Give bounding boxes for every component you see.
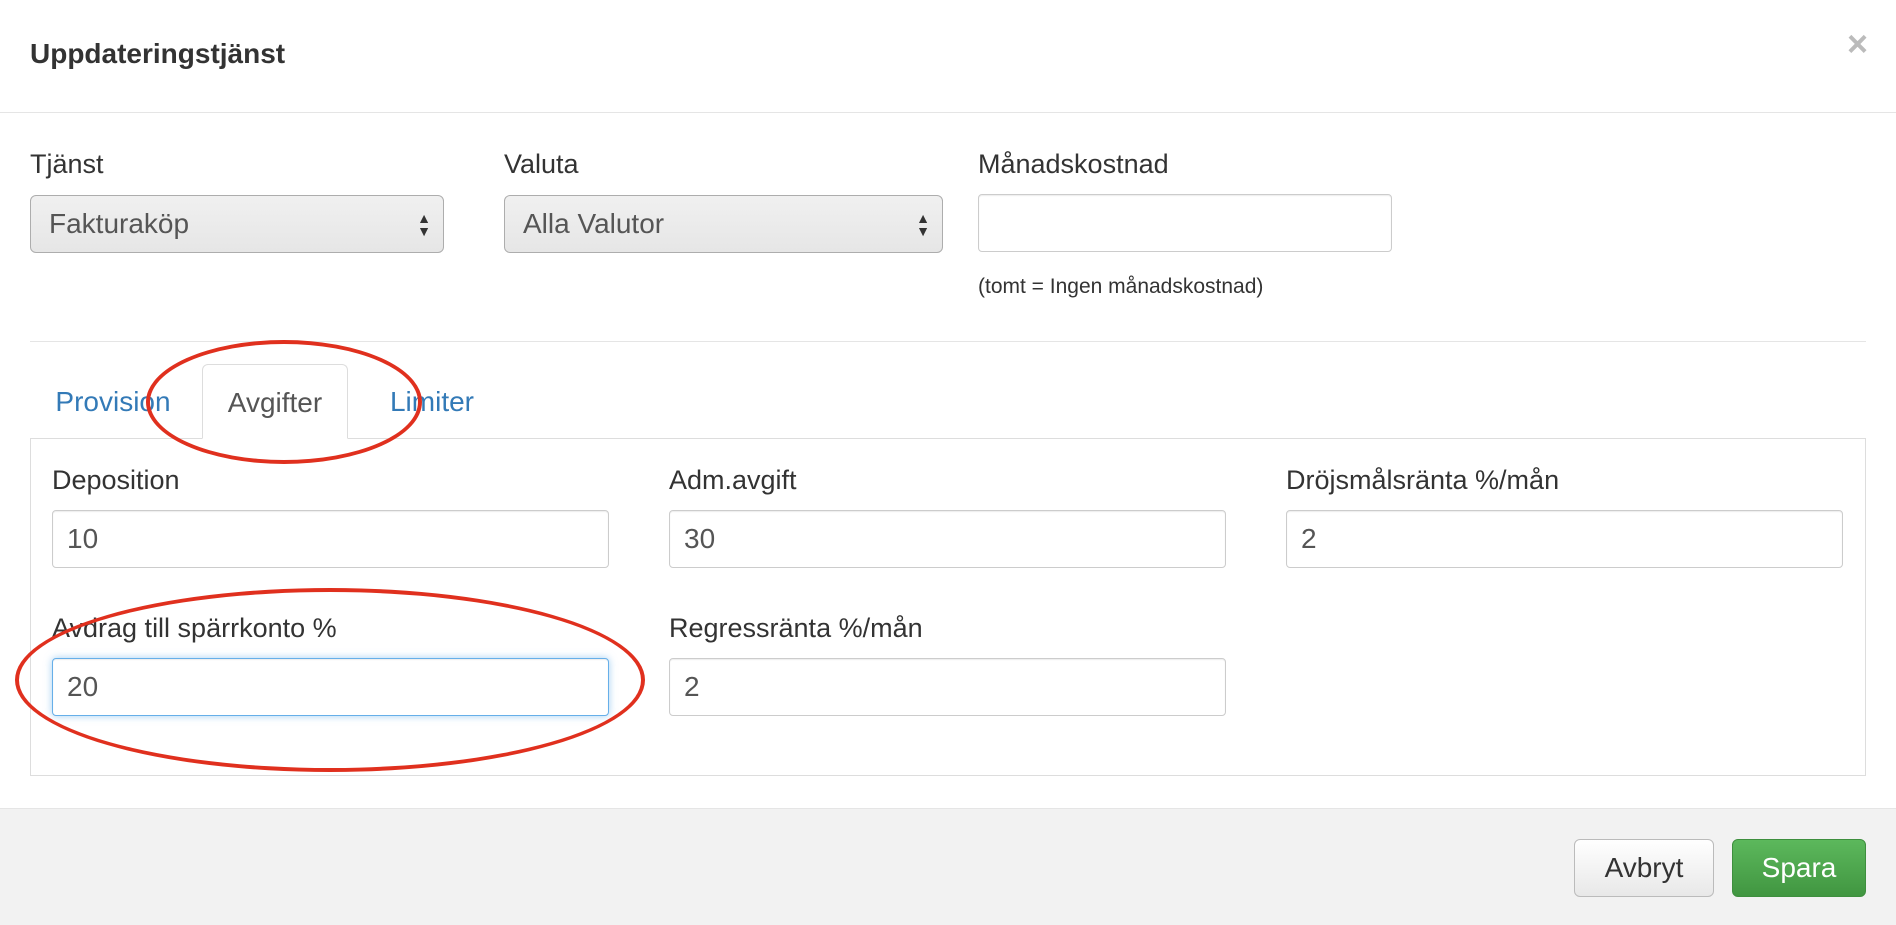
recourse-interest-input[interactable]: 2 <box>669 658 1226 716</box>
save-button[interactable]: Spara <box>1732 839 1866 897</box>
monthly-cost-input[interactable] <box>978 194 1392 252</box>
service-select[interactable]: Fakturaköp ▲ ▼ <box>30 195 444 253</box>
monthly-cost-label: Månadskostnad <box>978 149 1169 179</box>
adm-fee-label: Adm.avgift <box>669 465 797 495</box>
service-dialog: Uppdateringstjänst × Tjänst Fakturaköp ▲… <box>0 0 1896 925</box>
currency-label: Valuta <box>504 149 579 179</box>
blocked-account-input[interactable]: 20 <box>52 658 609 716</box>
service-label: Tjänst <box>30 149 104 179</box>
tab-provision[interactable]: Provision <box>42 364 184 439</box>
recourse-interest-label: Regressränta %/mån <box>669 613 923 643</box>
blocked-account-label: Avdrag till spärrkonto % <box>52 613 337 643</box>
service-select-value: Fakturaköp <box>49 208 190 239</box>
fees-tab-panel <box>30 438 1866 776</box>
cancel-button[interactable]: Avbryt <box>1574 839 1714 897</box>
modal-title: Uppdateringstjänst <box>30 38 286 69</box>
deposition-input[interactable]: 10 <box>52 510 609 568</box>
late-interest-label: Dröjsmålsränta %/mån <box>1286 465 1560 495</box>
late-interest-input[interactable]: 2 <box>1286 510 1843 568</box>
close-icon[interactable]: × <box>1847 26 1868 62</box>
adm-fee-input[interactable]: 30 <box>669 510 1226 568</box>
tab-limiter[interactable]: Limiter <box>370 364 494 439</box>
modal-header: Uppdateringstjänst × <box>0 0 1896 113</box>
tab-avgifter[interactable]: Avgifter <box>202 364 348 439</box>
modal-footer: Avbryt Spara <box>0 808 1896 925</box>
deposition-label: Deposition <box>52 465 180 495</box>
select-arrows-icon: ▲ ▼ <box>417 210 431 239</box>
monthly-cost-help: (tomt = Ingen månadskostnad) <box>978 275 1264 298</box>
currency-select[interactable]: Alla Valutor ▲ ▼ <box>504 195 943 253</box>
select-arrows-icon: ▲ ▼ <box>916 210 930 239</box>
section-divider <box>30 341 1866 342</box>
currency-select-value: Alla Valutor <box>523 208 665 239</box>
